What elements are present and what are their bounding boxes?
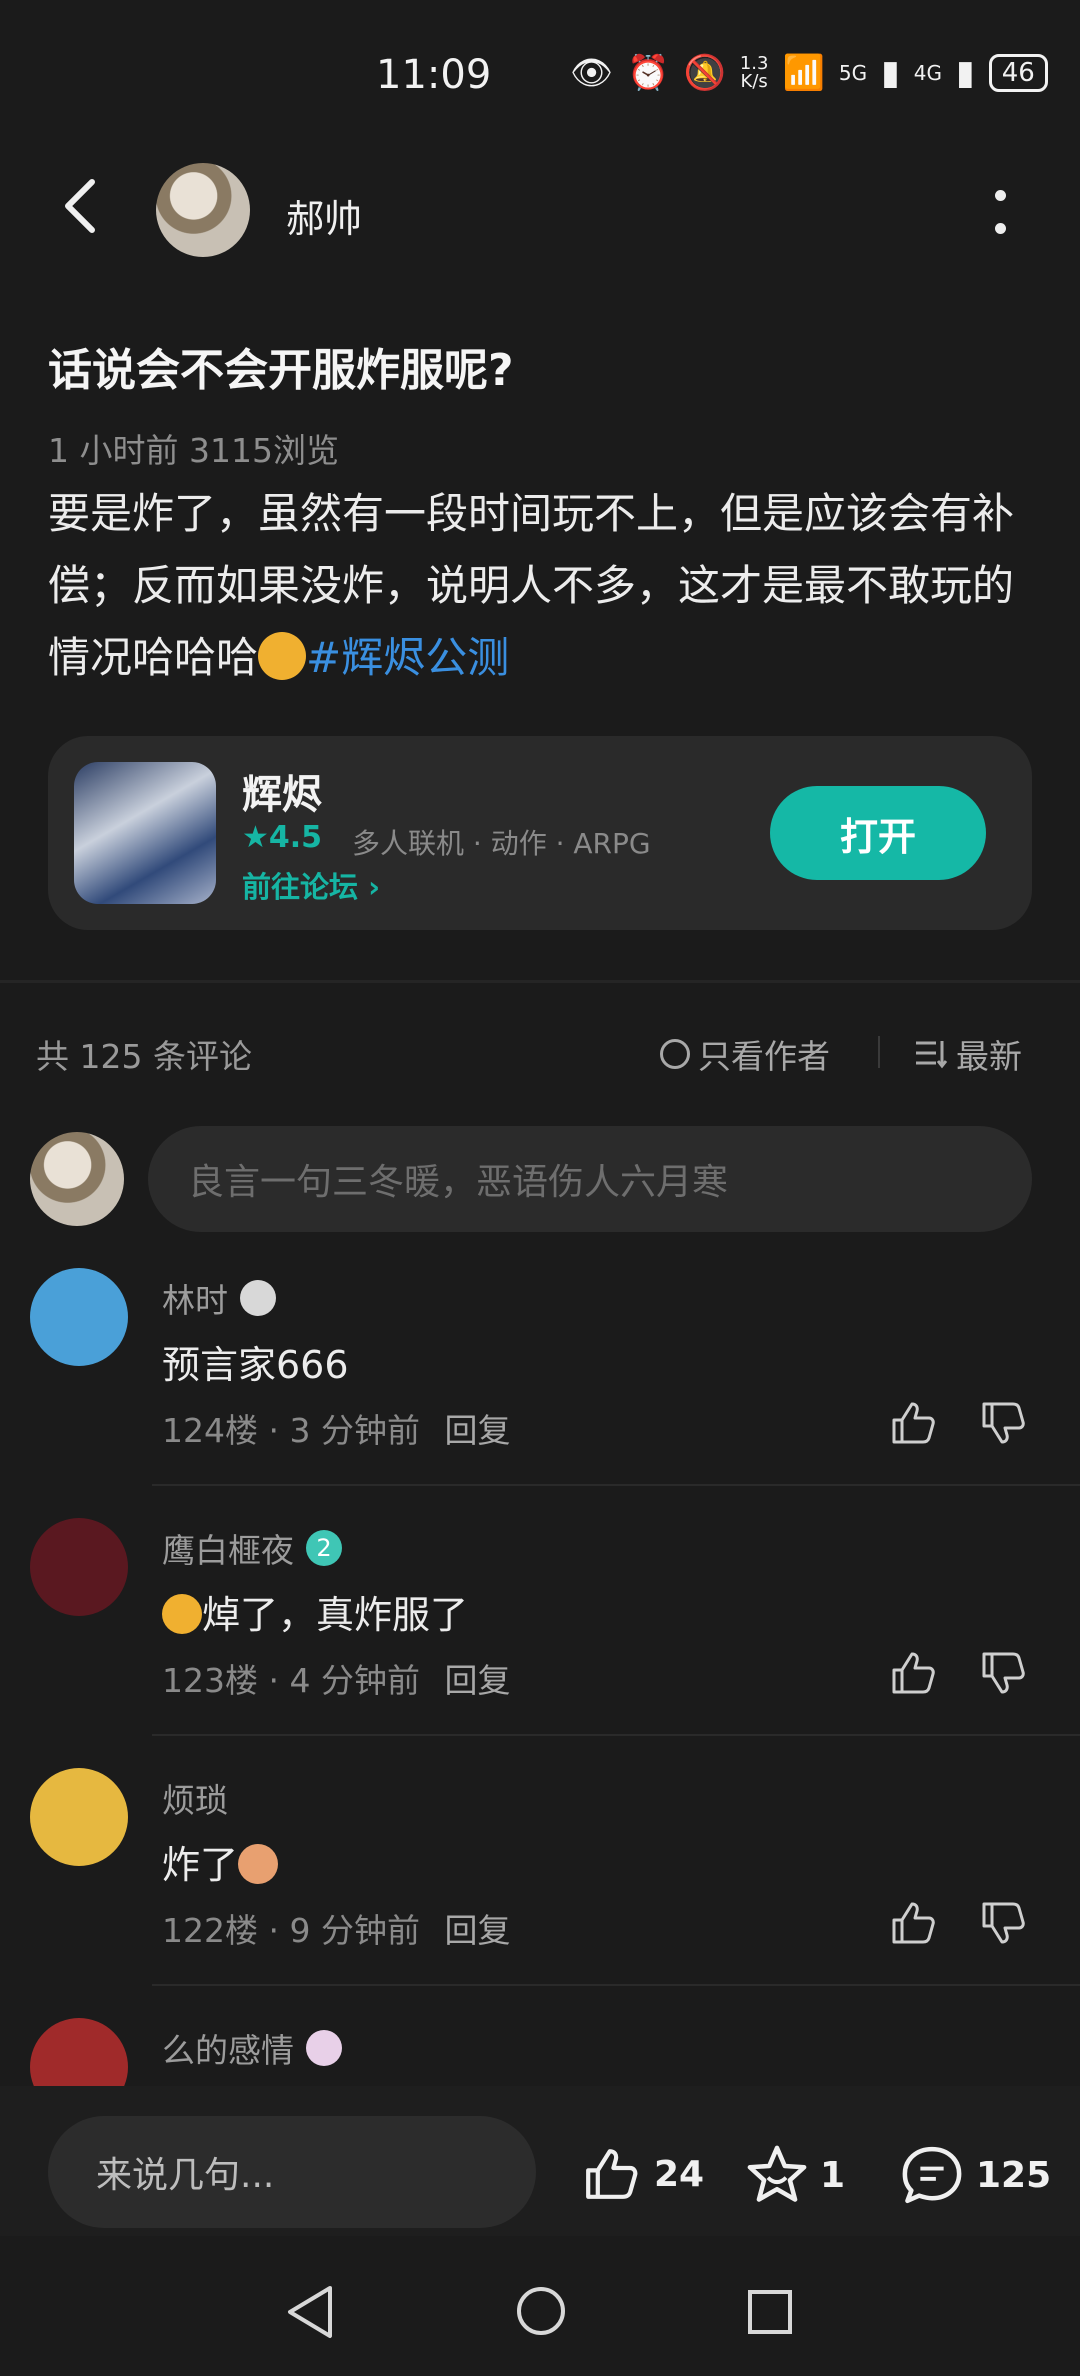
level-badge-icon: 2 [306,1530,342,1566]
comment-meta: 122楼 · 9 分钟前 回复 [162,1911,511,1950]
battery-indicator: 46 [988,54,1048,92]
thumb-up-icon[interactable] [888,1648,938,1698]
game-rating: ★4.5 [242,820,323,855]
user-badge-icon [306,2030,342,2066]
header-divider [878,1036,880,1068]
crying-emoji-icon [162,1594,202,1634]
comment-divider [152,1484,1080,1486]
open-game-button[interactable]: 打开 [770,786,986,880]
author-only-toggle[interactable]: 只看作者 [660,1030,830,1078]
commenter-name[interactable]: 林时 [162,1274,276,1322]
thumb-down-icon[interactable] [978,1648,1028,1698]
reply-button[interactable]: 回复 [444,1911,510,1950]
net-4g: 4G [913,61,943,85]
post-meta: 1 小时前 3115浏览 [48,431,339,470]
comment-meta: 124楼 · 3 分钟前 回复 [162,1411,511,1450]
thumb-up-icon[interactable] [888,1898,938,1948]
network-speed: 1.3 K/s [739,53,769,92]
author-name[interactable]: 郝帅 [286,188,362,243]
sort-toggle[interactable]: 最新 [914,1030,1022,1078]
status-time: 11:09 [376,52,492,98]
thumb-up-icon[interactable] [578,2144,644,2204]
thumb-up-icon[interactable] [888,1398,938,1448]
nav-home-icon[interactable] [514,2284,568,2338]
comment-divider [152,1734,1080,1736]
author-avatar[interactable] [156,163,250,257]
comment-text: 预言家666 [162,1343,349,1387]
star-icon: ★ [242,820,269,855]
comment-divider [152,1984,1080,1986]
sort-icon [916,1041,948,1069]
comment-text: 焯了，真炸服了 [162,1584,468,1639]
wifi-icon: 📶 [782,53,825,93]
commenter-name[interactable]: 鹰白榧夜 2 [162,1524,342,1572]
comment-count: 共 125 条评论 [36,1037,252,1076]
user-badge-icon [240,1280,276,1316]
favorite-button[interactable]: 1 [744,2144,845,2206]
commenter-avatar[interactable] [30,1518,128,1616]
eye-icon: 👁 [570,53,614,93]
circle-icon[interactable] [660,1039,690,1069]
alarm-icon: ⏰ [627,53,670,93]
comment-input[interactable]: 良言一句三冬暖，恶语伤人六月寒 [148,1126,1032,1232]
nav-recents-icon[interactable] [746,2288,794,2336]
signal-icon: ▮ [956,53,975,93]
forum-link[interactable]: 前往论坛 › [242,864,380,906]
more-icon[interactable] [992,190,1008,234]
commenter-avatar[interactable] [30,1768,128,1866]
thumb-down-icon[interactable] [978,1398,1028,1448]
mindblown-emoji-icon [238,1844,279,1884]
reply-button[interactable]: 回复 [444,1411,510,1450]
post-body-text: 要是炸了，虽然有一段时间玩不上，但是应该会有补偿；反而如果没炸，说明人不多，这才… [48,489,1015,682]
bottom-comment-input[interactable]: 来说几句... [48,2116,536,2228]
nav-back-icon[interactable] [284,2284,336,2340]
laughing-emoji-icon [258,632,307,680]
comment-button[interactable]: 125 [898,2144,1051,2206]
mute-bell-icon: 🔕 [683,53,726,93]
like-button[interactable]: 24 [578,2144,704,2204]
post-body: 要是炸了，虽然有一段时间玩不上，但是应该会有补偿；反而如果没炸，说明人不多，这才… [48,478,1028,694]
reply-button[interactable]: 回复 [444,1661,510,1700]
comment-icon[interactable] [898,2144,966,2206]
comment-text: 炸了 [162,1834,279,1889]
commenter-avatar[interactable] [30,1268,128,1366]
post-title: 话说会不会开服炸服呢? [48,345,514,396]
favorite-star-icon[interactable] [744,2144,810,2206]
back-icon[interactable] [60,176,100,236]
game-tags: 多人联机 · 动作 · ARPG [352,827,651,860]
my-avatar [30,1132,124,1226]
signal-icon: ▮ [881,53,900,93]
game-icon[interactable] [74,762,216,904]
thumb-down-icon[interactable] [978,1898,1028,1948]
status-icons: 👁 ⏰ 🔕 1.3 K/s 📶 5G ▮ 4G ▮ 46 [570,54,1048,92]
comment-meta: 123楼 · 4 分钟前 回复 [162,1661,511,1700]
game-name: 辉烬 [242,772,322,818]
chevron-right-icon: › [368,870,381,904]
net-5g: 5G [838,61,868,85]
post-hashtag[interactable]: #辉烬公测 [306,633,509,682]
commenter-name[interactable]: 么的感情 [162,2024,342,2072]
section-divider [0,980,1080,983]
commenter-name[interactable]: 烦琐 [162,1774,228,1822]
